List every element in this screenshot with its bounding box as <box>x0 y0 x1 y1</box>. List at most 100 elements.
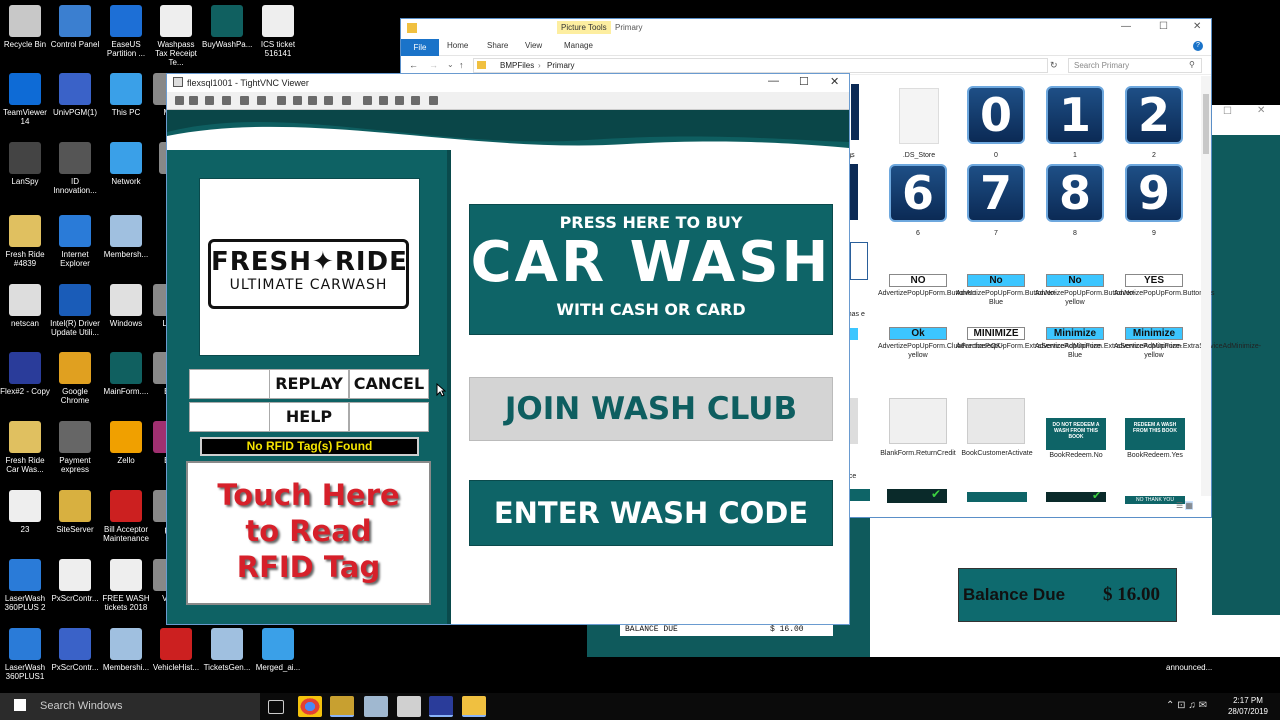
desktop-icon[interactable]: EaseUS Partition ... <box>101 5 151 58</box>
search-input[interactable]: Search Windows <box>40 700 123 712</box>
app-taskbar-icon[interactable] <box>330 696 354 717</box>
enter-wash-code-button[interactable]: ENTER WASH CODE <box>469 480 833 546</box>
desktop-icon[interactable]: Recycle Bin <box>0 5 50 49</box>
desktop-icon[interactable]: netscan <box>0 284 50 328</box>
rfid-touch-button[interactable]: Touch Here to Read RFID Tag <box>186 461 431 605</box>
join-wash-club-button[interactable]: JOIN WASH CLUB <box>469 377 833 441</box>
chrome-taskbar-icon[interactable] <box>298 696 322 717</box>
desktop-icon[interactable]: ID Innovation... <box>50 142 100 195</box>
buy-car-wash-button[interactable]: PRESS HERE TO BUY CAR WASH WITH CASH OR … <box>469 204 833 335</box>
file-explorer-taskbar-icon[interactable] <box>462 696 486 717</box>
desktop-icon[interactable]: Membershi... <box>101 628 151 672</box>
task-view-icon[interactable] <box>268 700 284 714</box>
file-item[interactable] <box>851 84 859 140</box>
cancel-button[interactable]: CANCEL <box>349 369 429 399</box>
recent-dropdown-icon[interactable]: ⌄ <box>447 60 454 69</box>
forward-arrow-icon[interactable]: → <box>429 60 438 70</box>
toolbar-button-icon[interactable] <box>257 96 266 105</box>
button-thumbnail[interactable]: Ok <box>889 327 947 340</box>
file-item[interactable] <box>899 88 939 144</box>
back-window-controls[interactable]: ☐ ✕ <box>1217 105 1280 120</box>
button-thumbnail[interactable]: No <box>967 274 1025 287</box>
desktop-icon[interactable]: SiteServer <box>50 490 100 534</box>
toolbar-button-icon[interactable] <box>342 96 351 105</box>
toolbar-button-icon[interactable] <box>395 96 404 105</box>
scrollbar-thumb[interactable] <box>1203 94 1209 154</box>
help-button[interactable]: HELP <box>269 402 349 432</box>
digit-tile[interactable]: 6 <box>889 164 947 222</box>
toolbar-button-icon[interactable] <box>205 96 214 105</box>
file-item[interactable] <box>967 492 1027 502</box>
explorer-scrollbar[interactable] <box>1201 76 1211 496</box>
file-item[interactable] <box>850 398 858 444</box>
desktop-icon[interactable]: Payment express <box>50 421 100 474</box>
app-taskbar-icon[interactable] <box>397 696 421 717</box>
toolbar-button-icon[interactable] <box>411 96 420 105</box>
desktop-icon[interactable]: Intel(R) Driver Update Utili... <box>50 284 100 337</box>
explorer-titlebar[interactable]: Picture Tools Primary — ☐ ✕ <box>401 19 1211 39</box>
digit-tile[interactable]: 7 <box>967 164 1025 222</box>
search-input[interactable]: Search Primary <box>1074 61 1129 70</box>
details-view-icon[interactable]: ☰ <box>1176 501 1183 510</box>
restore-icon[interactable]: ☐ <box>1223 106 1232 117</box>
desktop-icon[interactable]: Control Panel <box>50 5 100 49</box>
desktop-icon[interactable]: Fresh Ride Car Was... <box>0 421 50 474</box>
vnc-taskbar-icon[interactable] <box>429 696 453 717</box>
toolbar-button-icon[interactable] <box>429 96 438 105</box>
book-redeem-thumbnail[interactable]: REDEEM A WASH FROM THIS BOOK <box>1125 418 1185 450</box>
toolbar-button-icon[interactable] <box>324 96 333 105</box>
breadcrumb[interactable]: BMPFiles › Primary <box>473 58 1048 73</box>
tray-icons[interactable]: ⌃ ⊡ ♫ ✉ <box>1166 700 1207 711</box>
file-item[interactable]: ✔ <box>1046 490 1106 502</box>
desktop-icon[interactable]: UnivPGM(1) <box>50 73 100 117</box>
desktop-icon[interactable]: 23 <box>0 490 50 534</box>
breadcrumb-bmpfiles[interactable]: BMPFiles <box>500 61 534 70</box>
toolbar-button-icon[interactable] <box>175 96 184 105</box>
desktop-icon[interactable]: Internet Explorer <box>50 215 100 268</box>
close-icon[interactable]: ✕ <box>1193 21 1201 32</box>
file-item[interactable] <box>850 489 870 501</box>
refresh-icon[interactable]: ↻ <box>1050 60 1058 71</box>
desktop-icon[interactable]: PxScrContr... <box>50 628 100 672</box>
file-item[interactable] <box>850 164 858 220</box>
maximize-icon[interactable]: ☐ <box>1159 21 1168 32</box>
toolbar-button-icon[interactable] <box>293 96 302 105</box>
desktop-icon[interactable]: Flex#2 - Copy <box>0 352 50 396</box>
tab-manage[interactable]: Manage <box>564 41 593 50</box>
tab-file[interactable]: File <box>401 39 439 56</box>
toolbar-button-icon[interactable] <box>222 96 231 105</box>
maximize-icon[interactable]: ☐ <box>799 75 809 88</box>
desktop-icon[interactable]: LanSpy <box>0 142 50 186</box>
desktop-icon[interactable]: TicketsGen... <box>202 628 252 672</box>
digit-tile[interactable]: 1 <box>1046 86 1104 144</box>
desktop-icon[interactable]: TeamViewer 14 <box>0 73 50 126</box>
file-item[interactable] <box>850 328 858 340</box>
digit-tile[interactable]: 9 <box>1125 164 1183 222</box>
toolbar-button-icon[interactable] <box>363 96 372 105</box>
close-icon[interactable]: ✕ <box>1257 105 1265 116</box>
tab-home[interactable]: Home <box>447 41 468 50</box>
close-icon[interactable]: ✕ <box>830 75 839 88</box>
file-item[interactable]: ✔ <box>887 487 947 503</box>
search-box[interactable]: Search Primary ⚲ <box>1068 58 1202 73</box>
desktop-icon[interactable]: Membersh... <box>101 215 151 259</box>
digit-tile[interactable]: 8 <box>1046 164 1104 222</box>
desktop-icon[interactable]: Google Chrome <box>50 352 100 405</box>
toolbar-button-icon[interactable] <box>308 96 317 105</box>
file-item[interactable] <box>850 242 868 280</box>
blank-button-3[interactable] <box>349 402 429 432</box>
blank-button-2[interactable] <box>189 402 269 432</box>
desktop-icon[interactable]: BuyWashPa... <box>202 5 252 49</box>
clock-time[interactable]: 2:17 PM <box>1227 696 1269 705</box>
toolbar-button-icon[interactable] <box>240 96 249 105</box>
desktop-icon[interactable]: ICS ticket 516141 <box>253 5 303 58</box>
desktop-icon[interactable]: Fresh Ride #4839 <box>0 215 50 268</box>
desktop-icon[interactable]: LaserWash 360PLUS 2 <box>0 559 50 612</box>
replay-button[interactable]: REPLAY <box>269 369 349 399</box>
app-taskbar-icon[interactable] <box>364 696 388 717</box>
vnc-titlebar[interactable]: flexsql1001 - TightVNC Viewer — ☐ ✕ <box>167 74 849 92</box>
tab-view[interactable]: View <box>525 41 542 50</box>
desktop-icon[interactable]: Washpass Tax Receipt Te... <box>151 5 201 67</box>
toolbar-button-icon[interactable] <box>277 96 286 105</box>
view-toggle[interactable]: ☰ ▦ <box>1176 501 1208 515</box>
